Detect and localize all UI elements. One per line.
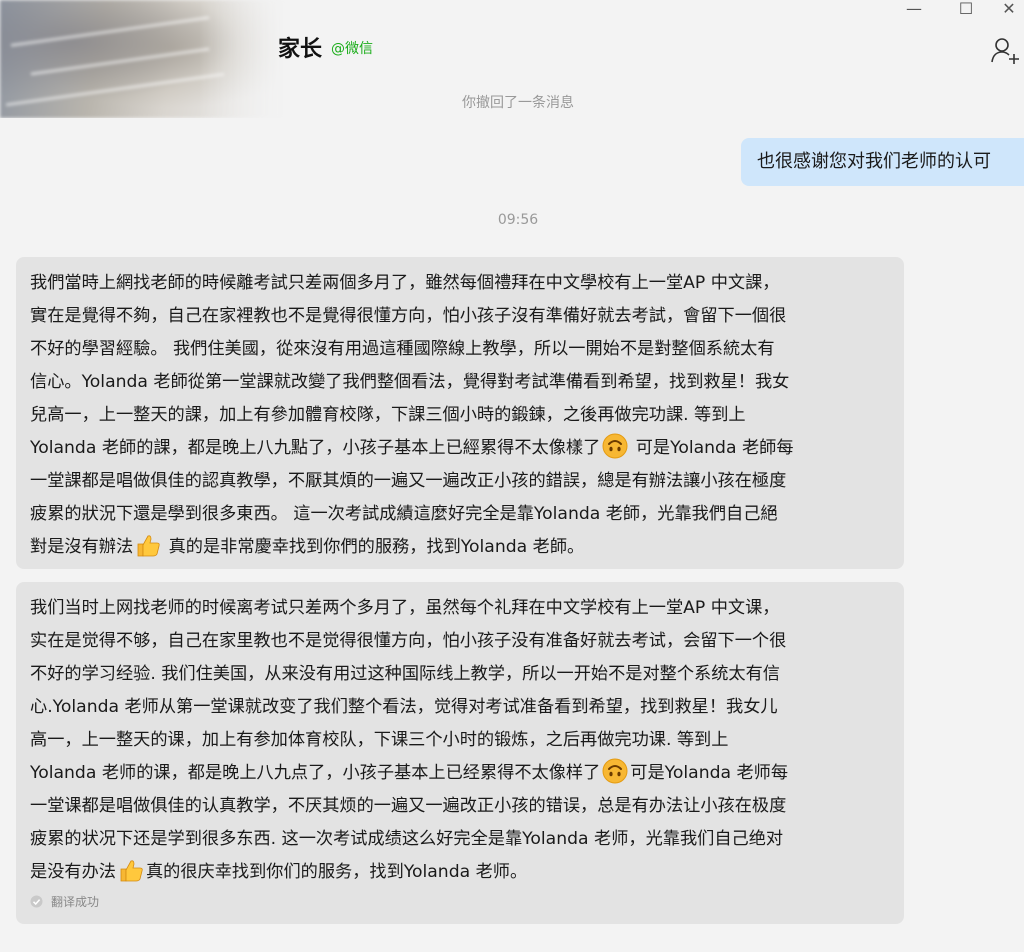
message-text: 真的很庆幸找到你们的服务，找到Yolanda 老师。: [145, 862, 528, 882]
contact-source-tag: @微信: [331, 41, 373, 57]
message-line: 疲累的状况下还是学到很多东西. 这一次考试成绩这么好完全是靠Yolanda 老师…: [30, 829, 784, 849]
message-text: 可是Yolanda 老師每: [630, 438, 794, 458]
message-line: 對是沒有辦法 真的是非常慶幸找到你們的服務，找到Yolanda 老師。: [30, 531, 890, 564]
upside-down-face-emoji-icon: [602, 433, 628, 459]
message-text: Yolanda 老师的课，都是晚上八九点了，小孩子基本上已经累得不太像样了: [30, 763, 601, 783]
message-text: Yolanda 老師的課，都是晚上八九點了，小孩子基本上已經累得不太像樣了: [30, 438, 601, 458]
message-text: 是没有办法: [30, 862, 116, 882]
message-line: 是没有办法 真的很庆幸找到你们的服务，找到Yolanda 老师。: [30, 856, 890, 889]
message-line: 實在是覺得不夠，自己在家裡教也不是覺得很懂方向，怕小孩子沒有準備好就去考試，會留…: [30, 306, 787, 326]
message-line: 不好的學習經驗。 我們住美國，從來沒有用過這種國際線上教學，所以一開始不是對整個…: [30, 339, 775, 359]
recall-notice: 你撤回了一条消息: [462, 95, 574, 111]
thumbs-up-emoji-icon: [135, 532, 161, 558]
check-icon: [30, 895, 43, 908]
message-line: 不好的学习经验. 我们住美国，从来没有用过这种国际线上教学，所以一开始不是对整个…: [30, 664, 780, 684]
translation-status: 翻译成功: [30, 893, 99, 910]
message-line: 信心。Yolanda 老師從第一堂課就改變了我們整個看法，覺得對考試準備看到希望…: [30, 372, 790, 392]
message-text: 真的是非常慶幸找到你們的服務，找到Yolanda 老師。: [163, 537, 585, 557]
message-line: 我們當時上網找老師的時候離考試只差兩個多月了，雖然每個禮拜在中文學校有上一堂AP…: [30, 273, 780, 293]
upside-down-face-emoji-icon: [602, 758, 628, 784]
thumbs-up-emoji-icon: [118, 857, 144, 883]
message-text: 可是Yolanda 老师每: [630, 763, 789, 783]
message-line: 疲累的狀況下還是學到很多東西。 這一次考試成績這麼好完全是靠Yolanda 老師…: [30, 504, 778, 524]
message-line: 实在是觉得不够，自己在家里教也不是觉得很懂方向，怕小孩子没有准备好就去考试，会留…: [30, 631, 787, 651]
sent-message-bubble[interactable]: 也很感谢您对我们老师的认可: [741, 138, 1024, 186]
message-timestamp: 09:56: [497, 212, 539, 228]
message-line: Yolanda 老师的课，都是晚上八九点了，小孩子基本上已经累得不太像样了 可是Y…: [30, 757, 890, 790]
message-line: 心.Yolanda 老师从第一堂课就改变了我们整个看法，觉得对考试准备看到希望，…: [30, 697, 778, 717]
message-line: 我们当时上网找老师的时候离考试只差两个多月了，虽然每个礼拜在中文学校有上一堂AP…: [30, 598, 780, 618]
close-button[interactable]: ✕: [994, 0, 1024, 20]
add-member-icon[interactable]: [990, 36, 1022, 64]
message-line: 一堂課都是唱做俱佳的認真教學，不厭其煩的一遍又一遍改正小孩的錯誤，總是有辦法讓小…: [30, 471, 787, 491]
message-line: 一堂课都是唱做俱佳的认真教学，不厌其烦的一遍又一遍改正小孩的错误，总是有办法让小…: [30, 796, 787, 816]
chat-title[interactable]: 家长: [278, 31, 322, 63]
message-line: Yolanda 老師的課，都是晚上八九點了，小孩子基本上已經累得不太像樣了 可是…: [30, 432, 890, 465]
maximize-button[interactable]: ☐: [946, 0, 986, 20]
chat-header: 家长 @微信 — ☐ ✕: [0, 0, 1024, 118]
received-message-bubble[interactable]: 我們當時上網找老師的時候離考試只差兩個多月了，雖然每個禮拜在中文學校有上一堂AP…: [16, 257, 904, 569]
translation-status-text: 翻译成功: [51, 895, 100, 909]
translated-message-bubble[interactable]: 我们当时上网找老师的时候离考试只差两个多月了，虽然每个礼拜在中文学校有上一堂AP…: [16, 582, 904, 924]
minimize-button[interactable]: —: [894, 0, 934, 20]
message-text: 對是沒有辦法: [30, 537, 134, 557]
message-line: 高一，上一整天的课，加上有参加体育校队，下课三个小时的锻炼，之后再做完功课. 等…: [30, 730, 729, 750]
message-line: 兒高一，上一整天的課，加上有參加體育校隊，下課三個小時的鍛鍊，之後再做完功課. …: [30, 405, 746, 425]
